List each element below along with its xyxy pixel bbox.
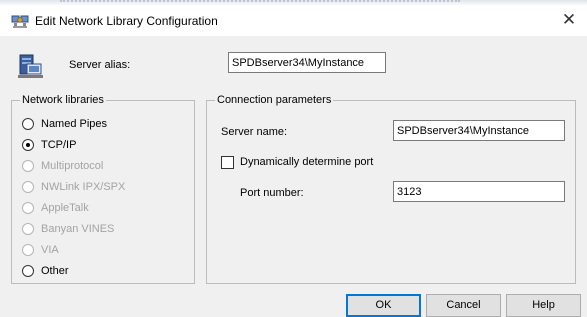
network-libraries-legend: Network libraries — [20, 94, 106, 106]
radio-label: AppleTalk — [41, 202, 89, 214]
connection-parameters-group: Connection parameters Server name: Dynam… — [206, 94, 576, 284]
dialog-client-area: Server alias: Network libraries Named Pi… — [0, 36, 587, 317]
radio-indicator-disabled — [22, 223, 34, 235]
radio-indicator-disabled — [22, 202, 34, 214]
radio-label: TCP/IP — [41, 139, 77, 151]
server-name-input[interactable] — [393, 120, 565, 141]
close-button[interactable]: ✕ — [559, 10, 579, 30]
server-alias-input[interactable] — [228, 52, 386, 73]
radio-via: VIA — [22, 242, 59, 258]
connection-parameters-legend: Connection parameters — [215, 94, 334, 106]
network-config-icon — [11, 15, 29, 28]
window-title: Edit Network Library Configuration — [35, 14, 218, 28]
port-number-label: Port number: — [240, 187, 304, 199]
computer-network-icon — [18, 54, 43, 78]
radio-indicator-disabled — [22, 160, 34, 172]
help-button[interactable]: Help — [506, 294, 581, 317]
server-name-label: Server name: — [221, 126, 288, 138]
cancel-button[interactable]: Cancel — [426, 294, 501, 317]
radio-label: VIA — [41, 244, 59, 256]
radio-label: Other — [41, 265, 69, 277]
radio-indicator-disabled — [22, 244, 34, 256]
radio-label: NWLink IPX/SPX — [41, 181, 126, 193]
ok-button[interactable]: OK — [346, 294, 421, 317]
network-libraries-group: Network libraries Named Pipes TCP/IP Mul… — [11, 94, 195, 284]
title-bar: Edit Network Library Configuration ✕ — [0, 6, 587, 36]
radio-named-pipes[interactable]: Named Pipes — [22, 116, 107, 132]
radio-label: Banyan VINES — [41, 223, 115, 235]
radio-indicator[interactable] — [22, 118, 34, 130]
radio-indicator[interactable] — [22, 265, 34, 277]
radio-banyan-vines: Banyan VINES — [22, 221, 114, 237]
radio-appletalk: AppleTalk — [22, 200, 89, 216]
radio-label: Multiprotocol — [41, 160, 104, 172]
radio-label: Named Pipes — [41, 118, 108, 130]
dynamic-port-checkbox[interactable] — [221, 156, 234, 169]
radio-tcp-ip[interactable]: TCP/IP — [22, 137, 76, 153]
radio-nwlink-ipx-spx: NWLink IPX/SPX — [22, 179, 125, 195]
close-icon: ✕ — [561, 10, 577, 29]
radio-indicator-selected[interactable] — [22, 139, 34, 151]
port-number-input[interactable] — [393, 181, 565, 202]
dynamic-port-label: Dynamically determine port — [240, 156, 374, 168]
radio-indicator-disabled — [22, 181, 34, 193]
server-alias-label: Server alias: — [69, 59, 131, 71]
radio-multiprotocol: Multiprotocol — [22, 158, 103, 174]
radio-other[interactable]: Other — [22, 263, 69, 279]
